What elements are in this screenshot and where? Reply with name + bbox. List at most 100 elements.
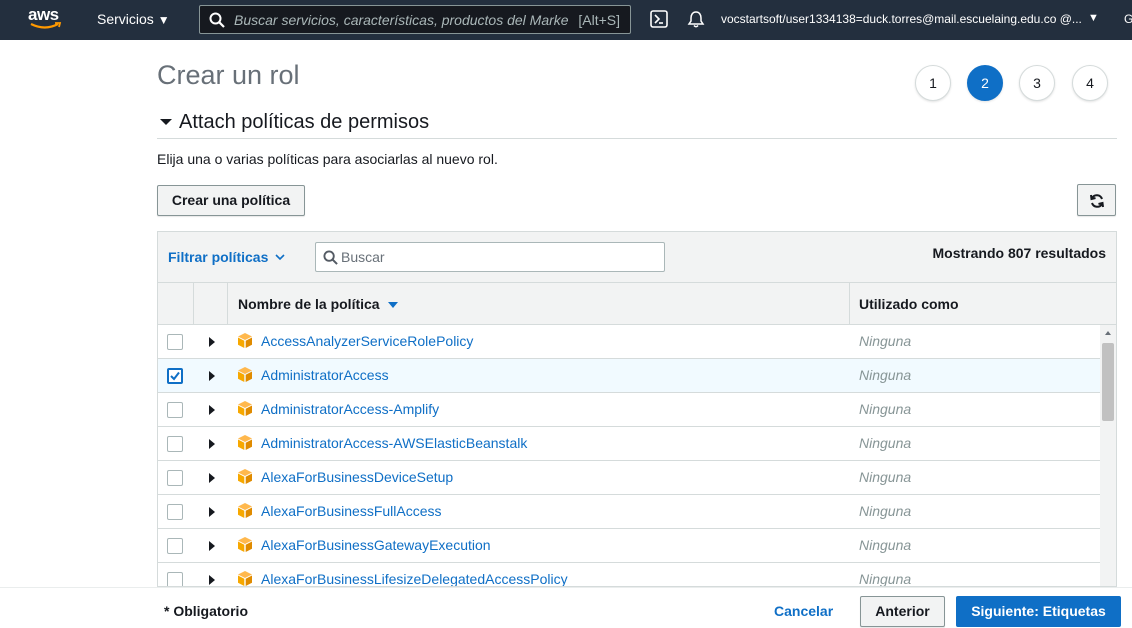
table-row[interactable]: AlexaForBusinessGatewayExecution Ninguna bbox=[158, 529, 1100, 563]
sort-descending-icon[interactable] bbox=[388, 302, 398, 308]
policy-used-as: Ninguna bbox=[859, 401, 912, 417]
section-title: Attach políticas de permisos bbox=[179, 111, 430, 133]
account-menu[interactable]: vocstartsoft/user1334138=duck.torres@mai… bbox=[721, 12, 1082, 26]
search-icon bbox=[323, 250, 338, 265]
column-divider bbox=[849, 283, 850, 325]
scrollbar-thumb[interactable] bbox=[1102, 343, 1114, 421]
policy-used-as: Ninguna bbox=[859, 469, 912, 485]
wizard-step-4[interactable]: 4 bbox=[1072, 65, 1108, 101]
row-checkbox[interactable] bbox=[167, 368, 183, 384]
row-checkbox[interactable] bbox=[167, 402, 183, 418]
global-search-input[interactable]: Buscar servicios, características, produ… bbox=[199, 5, 631, 34]
region-menu[interactable]: G bbox=[1124, 12, 1132, 26]
permissions-section-header[interactable]: Attach políticas de permisos bbox=[157, 110, 1117, 139]
table-body: AccessAnalyzerServiceRolePolicy Ninguna Ad… bbox=[158, 325, 1100, 587]
row-checkbox[interactable] bbox=[167, 436, 183, 452]
row-checkbox[interactable] bbox=[167, 334, 183, 350]
wizard-step-1[interactable]: 1 bbox=[915, 65, 951, 101]
previous-button[interactable]: Anterior bbox=[860, 596, 945, 627]
table-row[interactable]: AccessAnalyzerServiceRolePolicy Ninguna bbox=[158, 325, 1100, 359]
expand-row-icon[interactable] bbox=[209, 337, 215, 347]
services-label: Servicios bbox=[97, 11, 154, 27]
table-row[interactable]: AlexaForBusinessDeviceSetup Ninguna bbox=[158, 461, 1100, 495]
policy-cube-icon bbox=[238, 367, 252, 382]
cancel-button[interactable]: Cancelar bbox=[774, 603, 833, 619]
services-menu[interactable]: Servicios ▼ bbox=[97, 11, 170, 27]
column-header-policy-name[interactable]: Nombre de la política bbox=[238, 296, 380, 312]
policy-cube-icon bbox=[238, 537, 252, 552]
policy-cube-icon bbox=[238, 503, 252, 518]
row-checkbox[interactable] bbox=[167, 504, 183, 520]
top-navigation-bar: aws Servicios ▼ Buscar servicios, caracte… bbox=[0, 0, 1132, 40]
scroll-up-arrow-icon[interactable] bbox=[1105, 331, 1111, 335]
chevron-down-icon[interactable] bbox=[275, 254, 285, 261]
expand-row-icon[interactable] bbox=[209, 575, 215, 585]
policy-used-as: Ninguna bbox=[859, 367, 912, 383]
cloudshell-icon[interactable] bbox=[650, 10, 668, 28]
policy-used-as: Ninguna bbox=[859, 537, 912, 553]
filter-policies-dropdown[interactable]: Filtrar políticas bbox=[168, 249, 268, 265]
policy-name-link[interactable]: AccessAnalyzerServiceRolePolicy bbox=[261, 333, 473, 349]
results-count: Mostrando 807 resultados bbox=[932, 245, 1107, 261]
create-policy-button[interactable]: Crear una política bbox=[157, 185, 305, 216]
row-checkbox[interactable] bbox=[167, 538, 183, 554]
refresh-button[interactable] bbox=[1077, 184, 1116, 216]
table-row[interactable]: AdministratorAccess-Amplify Ninguna bbox=[158, 393, 1100, 427]
column-divider bbox=[193, 283, 194, 325]
table-scrollbar[interactable] bbox=[1100, 325, 1116, 586]
policy-used-as: Ninguna bbox=[859, 503, 912, 519]
row-checkbox[interactable] bbox=[167, 572, 183, 586]
wizard-step-2[interactable]: 2 bbox=[967, 65, 1003, 101]
required-note: * Obligatorio bbox=[164, 603, 248, 619]
search-icon bbox=[209, 12, 225, 28]
policy-name-link[interactable]: AdministratorAccess bbox=[261, 367, 389, 383]
row-checkbox[interactable] bbox=[167, 470, 183, 486]
policy-cube-icon bbox=[238, 571, 252, 586]
expand-row-icon[interactable] bbox=[209, 507, 215, 517]
expand-row-icon[interactable] bbox=[209, 541, 215, 551]
column-header-used-as[interactable]: Utilizado como bbox=[859, 296, 959, 312]
policy-name-link[interactable]: AlexaForBusinessLifesizeDelegatedAccessP… bbox=[261, 571, 568, 586]
expand-row-icon[interactable] bbox=[209, 371, 215, 381]
wizard-step-3[interactable]: 3 bbox=[1019, 65, 1055, 101]
table-row[interactable]: AdministratorAccess-AWSElasticBeanstalk N… bbox=[158, 427, 1100, 461]
table-toolbar: Filtrar políticas Buscar Mostrando 807 r… bbox=[158, 232, 1116, 283]
account-caret-down-icon[interactable]: ▼ bbox=[1088, 12, 1099, 24]
policy-name-link[interactable]: AlexaForBusinessFullAccess bbox=[261, 503, 442, 519]
section-description: Elija una o varias políticas para asocia… bbox=[157, 151, 498, 167]
caret-down-icon: ▼ bbox=[157, 13, 170, 27]
policy-cube-icon bbox=[238, 469, 252, 484]
policy-cube-icon bbox=[238, 401, 252, 416]
refresh-icon bbox=[1090, 194, 1104, 208]
aws-logo[interactable]: aws bbox=[28, 5, 64, 33]
search-shortcut-hint: [Alt+S] bbox=[578, 12, 620, 28]
global-search-placeholder: Buscar servicios, características, produ… bbox=[234, 12, 569, 28]
policy-search-input[interactable]: Buscar bbox=[315, 242, 665, 272]
expand-row-icon[interactable] bbox=[209, 405, 215, 415]
next-tags-button[interactable]: Siguiente: Etiquetas bbox=[956, 596, 1121, 627]
policies-table: Filtrar políticas Buscar Mostrando 807 r… bbox=[157, 231, 1117, 587]
wizard-footer: * Obligatorio Cancelar Anterior Siguient… bbox=[0, 587, 1132, 628]
policy-name-link[interactable]: AlexaForBusinessDeviceSetup bbox=[261, 469, 453, 485]
table-row[interactable]: AlexaForBusinessLifesizeDelegatedAccessP… bbox=[158, 563, 1100, 587]
table-header: Nombre de la política Utilizado como bbox=[158, 283, 1116, 325]
aws-smile-icon bbox=[30, 22, 62, 29]
section-collapse-icon[interactable] bbox=[160, 119, 172, 125]
policy-used-as: Ninguna bbox=[859, 571, 912, 587]
expand-row-icon[interactable] bbox=[209, 439, 215, 449]
policy-used-as: Ninguna bbox=[859, 435, 912, 451]
page-title: Crear un rol bbox=[157, 60, 300, 90]
policy-cube-icon bbox=[238, 435, 252, 450]
bell-icon[interactable] bbox=[687, 10, 705, 28]
policy-used-as: Ninguna bbox=[859, 333, 912, 349]
column-divider bbox=[227, 283, 228, 325]
policy-search-placeholder: Buscar bbox=[341, 249, 385, 265]
expand-row-icon[interactable] bbox=[209, 473, 215, 483]
policy-name-link[interactable]: AlexaForBusinessGatewayExecution bbox=[261, 537, 491, 553]
table-row[interactable]: AlexaForBusinessFullAccess Ninguna bbox=[158, 495, 1100, 529]
policy-name-link[interactable]: AdministratorAccess-Amplify bbox=[261, 401, 439, 417]
policy-name-link[interactable]: AdministratorAccess-AWSElasticBeanstalk bbox=[261, 435, 527, 451]
policy-cube-icon bbox=[238, 333, 252, 348]
table-row[interactable]: AdministratorAccess Ninguna bbox=[158, 359, 1100, 393]
checkmark-icon bbox=[170, 371, 180, 381]
